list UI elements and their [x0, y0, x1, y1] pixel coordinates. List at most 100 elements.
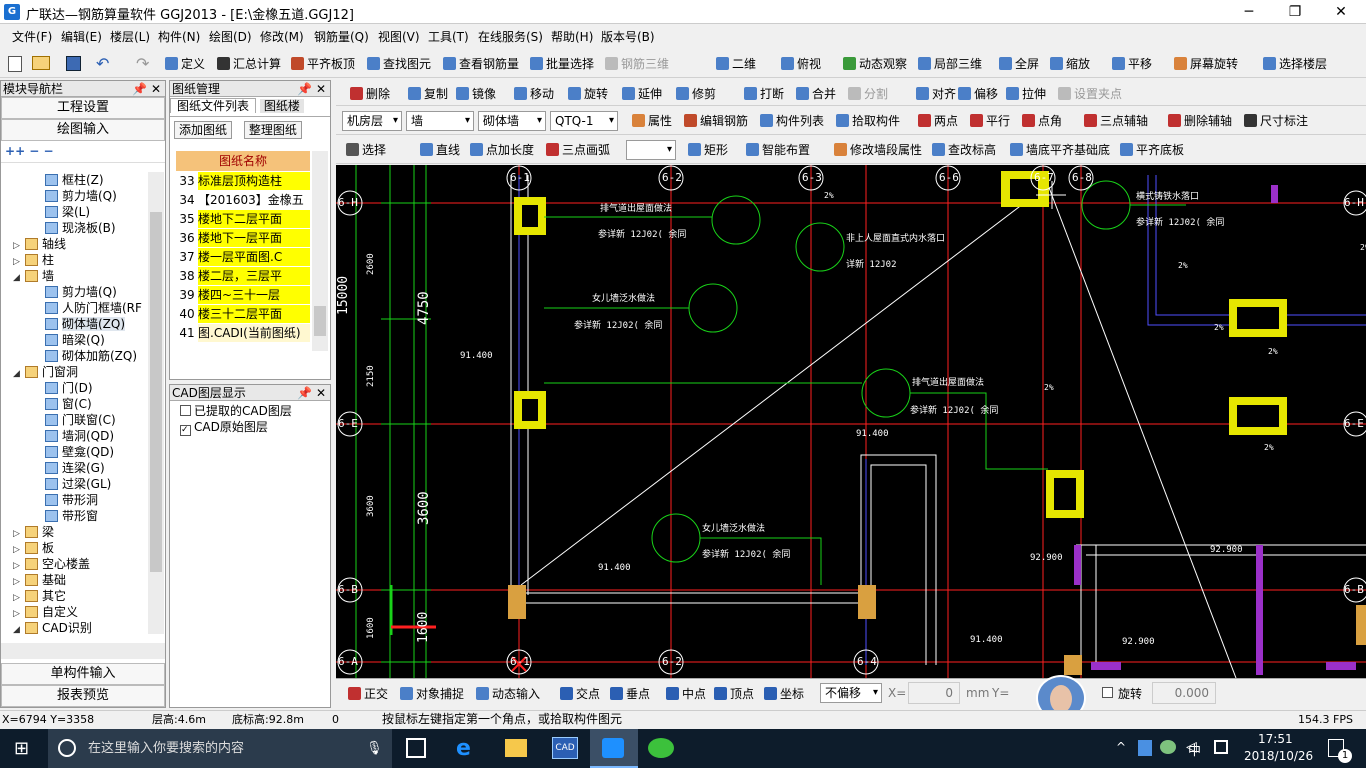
tree-item[interactable]: 过梁(GL)	[1, 476, 147, 492]
set-grip-button[interactable]: 设置夹点	[1058, 85, 1122, 103]
x-input[interactable]: 0	[908, 682, 960, 704]
drawing-input-button[interactable]: 绘图输入	[1, 119, 165, 141]
top-view-button[interactable]: 俯视	[781, 55, 821, 73]
parallel-button[interactable]: 平行	[970, 112, 1010, 130]
minimize-button[interactable]: ─	[1226, 0, 1272, 24]
tree-item[interactable]: ▷ 板	[1, 540, 147, 556]
align-slab-top-button[interactable]: 平齐板顶	[291, 55, 355, 73]
drawing-row[interactable]: 33 标准层顶构造柱	[176, 172, 310, 191]
close-panel-icon[interactable]: ✕	[151, 81, 161, 97]
view-rebar-button[interactable]: 查看钢筋量	[443, 55, 519, 73]
report-preview-button[interactable]: 报表预览	[1, 685, 165, 707]
rebar-3d-button[interactable]: 钢筋三维	[605, 55, 669, 73]
break-button[interactable]: 打断	[744, 85, 784, 103]
pan-button[interactable]: 平移	[1112, 55, 1152, 73]
edge-icon[interactable]: e	[456, 736, 471, 761]
tree-item[interactable]: 壁龛(QD)	[1, 444, 147, 460]
split-button[interactable]: 分割	[848, 85, 888, 103]
menu-online[interactable]: 在线服务(S)	[478, 28, 543, 45]
tree-hscrollbar[interactable]	[1, 643, 165, 659]
delete-button[interactable]: 删除	[350, 85, 390, 103]
vertex-snap[interactable]: 顶点	[714, 685, 754, 703]
tree-item[interactable]: ◢ 墙	[1, 268, 147, 284]
floor-select[interactable]: 机房层	[342, 111, 402, 131]
drawing-row[interactable]: 41 图.CADI(当前图纸)	[176, 324, 310, 343]
drawing-row[interactable]: 34 【201603】金橡五	[176, 191, 310, 210]
delete-axis-button[interactable]: 删除辅轴	[1168, 112, 1232, 130]
pin-icon[interactable]: 📌	[297, 81, 312, 97]
single-component-button[interactable]: 单构件输入	[1, 663, 165, 685]
three-point-arc-button[interactable]: 三点画弧	[546, 141, 610, 159]
stretch-button[interactable]: 拉伸	[1006, 85, 1046, 103]
point-length-button[interactable]: 点加长度	[470, 141, 534, 159]
explorer-icon[interactable]	[505, 739, 527, 757]
dynamic-view-button[interactable]: 动态观察	[843, 55, 907, 73]
drawing-scrollbar[interactable]	[312, 151, 328, 351]
line-button[interactable]: 直线	[420, 141, 460, 159]
organize-drawing-button[interactable]: 整理图纸	[243, 121, 302, 139]
define-button[interactable]: 定义	[165, 55, 205, 73]
edit-rebar-button[interactable]: 编辑钢筋	[684, 112, 748, 130]
menu-file[interactable]: 文件(F)	[12, 28, 52, 45]
offset-button[interactable]: 偏移	[958, 85, 998, 103]
ime-indicator[interactable]: 中	[1188, 740, 1201, 759]
tree-item[interactable]: 带形洞	[1, 492, 147, 508]
menu-component[interactable]: 构件(N)	[158, 28, 200, 45]
view-2d-button[interactable]: 二维	[716, 55, 756, 73]
offset-select[interactable]: 不偏移	[820, 683, 882, 703]
drawing-row[interactable]: 38 楼二层，三层平	[176, 267, 310, 286]
add-drawing-button[interactable]: 添加图纸	[174, 121, 233, 139]
intersection-snap[interactable]: 交点	[560, 685, 600, 703]
wall-bottom-align-button[interactable]: 墙底平齐基础底	[1010, 141, 1110, 159]
tree-item[interactable]: ▷ 轴线	[1, 236, 147, 252]
microphone-icon[interactable]: 🎙	[366, 729, 383, 768]
item-select[interactable]: QTQ-1	[550, 111, 618, 131]
menu-rebar[interactable]: 钢筋量(Q)	[314, 28, 369, 45]
check-elevation-button[interactable]: 查改标高	[932, 141, 996, 159]
pin-icon[interactable]: 📌	[132, 81, 147, 97]
task-view-icon[interactable]	[406, 738, 426, 758]
dynamic-input-toggle[interactable]: 动态输入	[476, 685, 540, 703]
rotate-checkbox[interactable]	[1102, 687, 1113, 698]
checkbox-icon[interactable]	[180, 405, 191, 416]
two-point-button[interactable]: 两点	[918, 112, 958, 130]
tree-item[interactable]: ▷ 梁	[1, 524, 147, 540]
ortho-toggle[interactable]: 正交	[348, 685, 388, 703]
dimension-button[interactable]: 尺寸标注	[1244, 112, 1308, 130]
menu-edit[interactable]: 编辑(E)	[61, 28, 102, 45]
close-panel-icon[interactable]: ✕	[316, 81, 326, 97]
point-angle-button[interactable]: 点角	[1022, 112, 1062, 130]
cad-app-icon[interactable]: CAD	[552, 737, 578, 759]
tab-file-list[interactable]: 图纸文件列表	[170, 98, 257, 113]
menu-help[interactable]: 帮助(H)	[551, 28, 593, 45]
wechat-tray-icon[interactable]	[1160, 740, 1176, 754]
align-bottom-slab-button[interactable]: 平齐底板	[1120, 141, 1184, 159]
new-file-icon[interactable]	[8, 56, 22, 72]
tree-item[interactable]: 梁(L)	[1, 204, 147, 220]
checked-checkbox-icon[interactable]: ✓	[180, 425, 191, 436]
local-3d-button[interactable]: 局部三维	[918, 55, 982, 73]
mirror-button[interactable]: 镜像	[456, 85, 496, 103]
tree-item[interactable]: ◢ CAD识别	[1, 620, 147, 634]
object-snap-toggle[interactable]: 对象捕捉	[400, 685, 464, 703]
drawing-row[interactable]: 39 楼四~三十一层	[176, 286, 310, 305]
tree-item[interactable]: 砌体加筋(ZQ)	[1, 348, 147, 364]
rectangle-button[interactable]: 矩形	[688, 141, 728, 159]
cad-canvas[interactable]: 6-1 6-2 6-3 6-6 6-7 6-8 6-1 6-2 6-4 6-H …	[336, 165, 1366, 678]
tree-scrollbar[interactable]	[148, 172, 164, 634]
expand-arrow-icon[interactable]: ◢	[13, 622, 25, 634]
menu-view[interactable]: 视图(V)	[378, 28, 420, 45]
menu-version[interactable]: 版本号(B)	[601, 28, 655, 45]
align-button[interactable]: 对齐	[916, 85, 956, 103]
drawing-row[interactable]: 36 楼地下一层平面	[176, 229, 310, 248]
extend-button[interactable]: 延伸	[622, 85, 662, 103]
properties-button[interactable]: 属性	[632, 112, 672, 130]
layer-original[interactable]: ✓ CAD原始图层	[170, 419, 330, 436]
menu-modify[interactable]: 修改(M)	[260, 28, 304, 45]
drawing-row[interactable]: 35 楼地下二层平面	[176, 210, 310, 229]
expand-arrow-icon[interactable]: ◢	[13, 270, 25, 286]
find-element-button[interactable]: 查找图元	[367, 55, 431, 73]
tree-item[interactable]: 框柱(Z)	[1, 172, 147, 188]
subtype-select[interactable]: 砌体墙	[478, 111, 546, 131]
select-floor-button[interactable]: 选择楼层	[1263, 55, 1327, 73]
